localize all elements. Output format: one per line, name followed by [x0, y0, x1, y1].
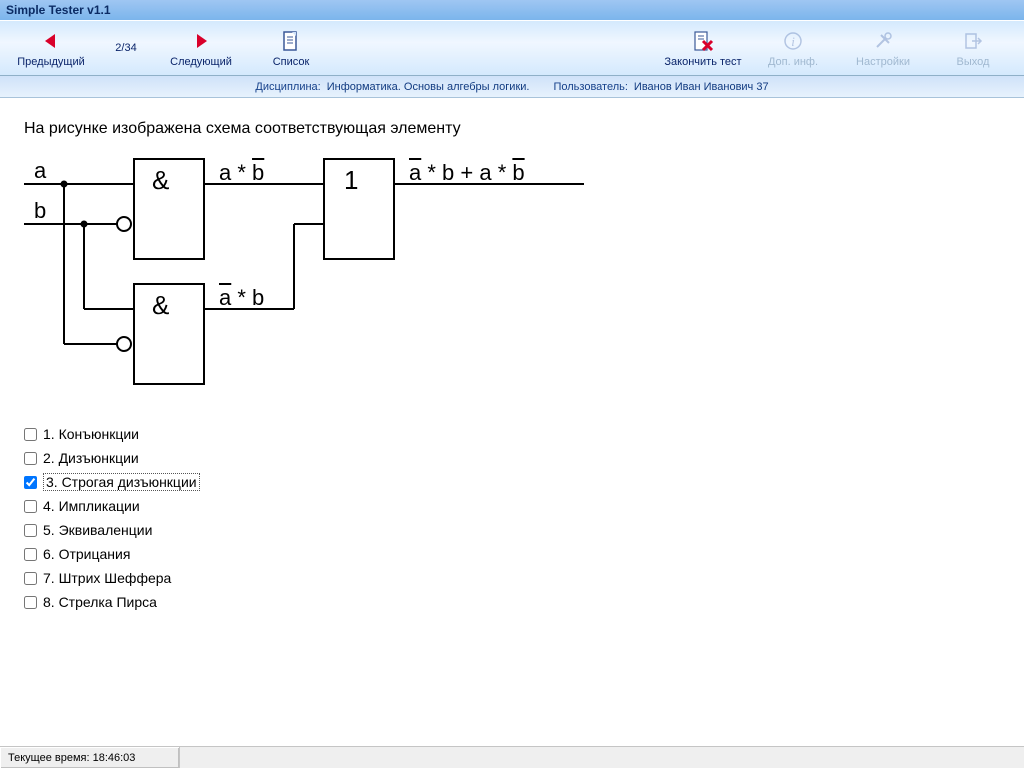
content-area: На рисунке изображена схема соответствую… [0, 98, 1024, 746]
answers-list: 1. Конъюнкции 2. Дизъюнкции 3. Строгая диз… [24, 422, 1000, 614]
diagram-input-b: b [34, 198, 46, 223]
answer-option[interactable]: 2. Дизъюнкции [24, 446, 1000, 470]
title-bar: Simple Tester v1.1 [0, 0, 1024, 20]
prev-button[interactable]: Предыдущий [6, 22, 96, 74]
answer-label: 3. Строгая дизъюнкции [43, 473, 200, 491]
answer-label: 8. Стрелка Пирса [43, 594, 157, 610]
toolbar: Предыдущий 2/34 Следующий Список Закончи… [0, 20, 1024, 76]
diagram-out2: a * b [219, 285, 264, 311]
document-icon [281, 28, 301, 54]
title-text: Simple Tester v1.1 [6, 3, 111, 17]
status-time: Текущее время: 18:46:03 [0, 747, 180, 768]
answer-checkbox[interactable] [24, 548, 37, 561]
logic-diagram: a b & & [24, 154, 684, 404]
answer-option[interactable]: 7. Штрих Шеффера [24, 566, 1000, 590]
answer-option[interactable]: 4. Импликации [24, 494, 1000, 518]
answer-label: 1. Конъюнкции [43, 426, 139, 442]
answer-option[interactable]: 3. Строгая дизъюнкции [24, 470, 1000, 494]
answer-option[interactable]: 6. Отрицания [24, 542, 1000, 566]
settings-button: Настройки [838, 22, 928, 74]
diagram-gate-and1: & [152, 165, 169, 195]
svg-text:i: i [791, 34, 795, 49]
diagram-input-a: a [34, 158, 47, 183]
exit-icon [963, 28, 983, 54]
finish-button[interactable]: Закончить тест [658, 22, 748, 74]
list-button[interactable]: Список [246, 22, 336, 74]
answer-checkbox[interactable] [24, 476, 37, 489]
stop-icon [692, 28, 714, 54]
user-value: Иванов Иван Иванович 37 [634, 81, 769, 93]
answer-option[interactable]: 8. Стрелка Пирса [24, 590, 1000, 614]
info-icon: i [783, 28, 803, 54]
status-bar: Текущее время: 18:46:03 [0, 746, 1024, 768]
app-window: Simple Tester v1.1 Предыдущий 2/34 Следу… [0, 0, 1024, 768]
tools-icon [873, 28, 893, 54]
answer-checkbox[interactable] [24, 572, 37, 585]
answer-checkbox[interactable] [24, 596, 37, 609]
diagram-final: a * b + a * b [409, 160, 525, 186]
exit-button: Выход [928, 22, 1018, 74]
answer-checkbox[interactable] [24, 524, 37, 537]
answer-option[interactable]: 1. Конъюнкции [24, 422, 1000, 446]
info-bar: Дисциплина: Информатика. Основы алгебры … [0, 76, 1024, 98]
answer-checkbox[interactable] [24, 428, 37, 441]
user-label: Пользователь: [553, 81, 627, 93]
discipline-value: Информатика. Основы алгебры логики. [327, 81, 530, 93]
next-button[interactable]: Следующий [156, 22, 246, 74]
diagram-gate-or: 1 [344, 165, 358, 195]
discipline-label: Дисциплина: [255, 81, 320, 93]
question-text: На рисунке изображена схема соответствую… [24, 120, 1000, 138]
info-button: i Доп. инф. [748, 22, 838, 74]
answer-checkbox[interactable] [24, 452, 37, 465]
diagram-gate-and2: & [152, 290, 169, 320]
answer-label: 5. Эквиваленции [43, 522, 152, 538]
answer-label: 6. Отрицания [43, 546, 130, 562]
arrow-left-icon [42, 28, 60, 54]
answer-label: 4. Импликации [43, 498, 140, 514]
question-counter: 2/34 [96, 42, 156, 54]
answer-label: 2. Дизъюнкции [43, 450, 139, 466]
answer-label: 7. Штрих Шеффера [43, 570, 171, 586]
arrow-right-icon [192, 28, 210, 54]
diagram-out1: a * b [219, 160, 264, 186]
answer-option[interactable]: 5. Эквиваленции [24, 518, 1000, 542]
answer-checkbox[interactable] [24, 500, 37, 513]
